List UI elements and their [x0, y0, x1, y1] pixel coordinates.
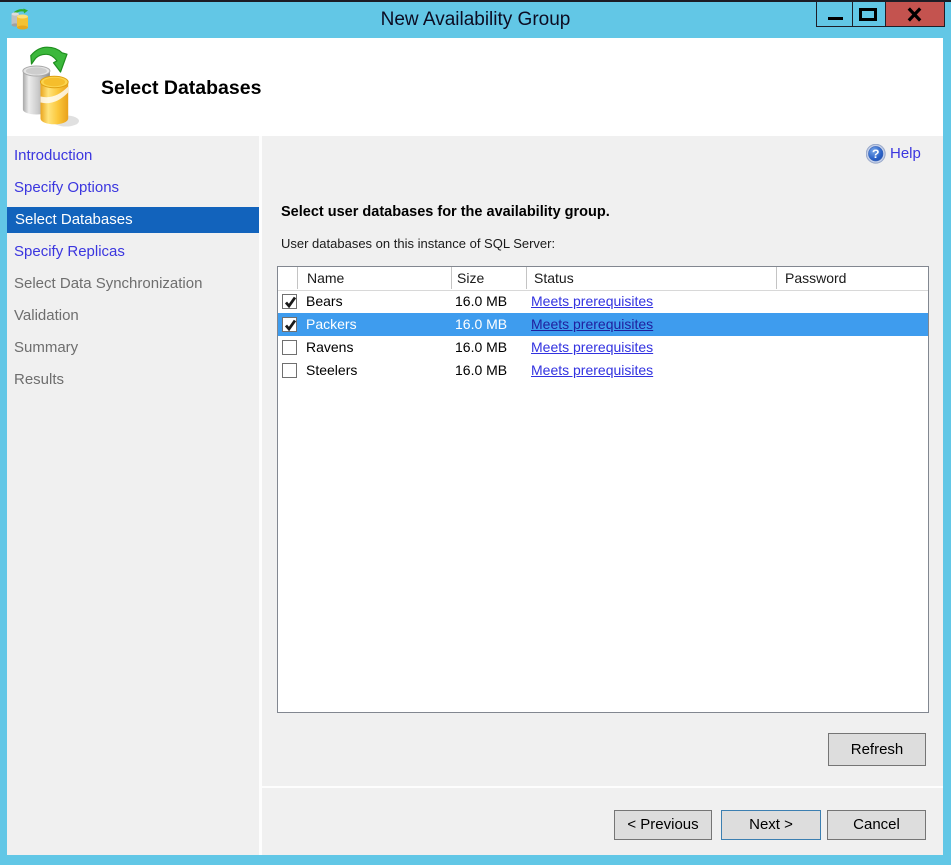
svg-text:?: ?: [872, 147, 880, 161]
